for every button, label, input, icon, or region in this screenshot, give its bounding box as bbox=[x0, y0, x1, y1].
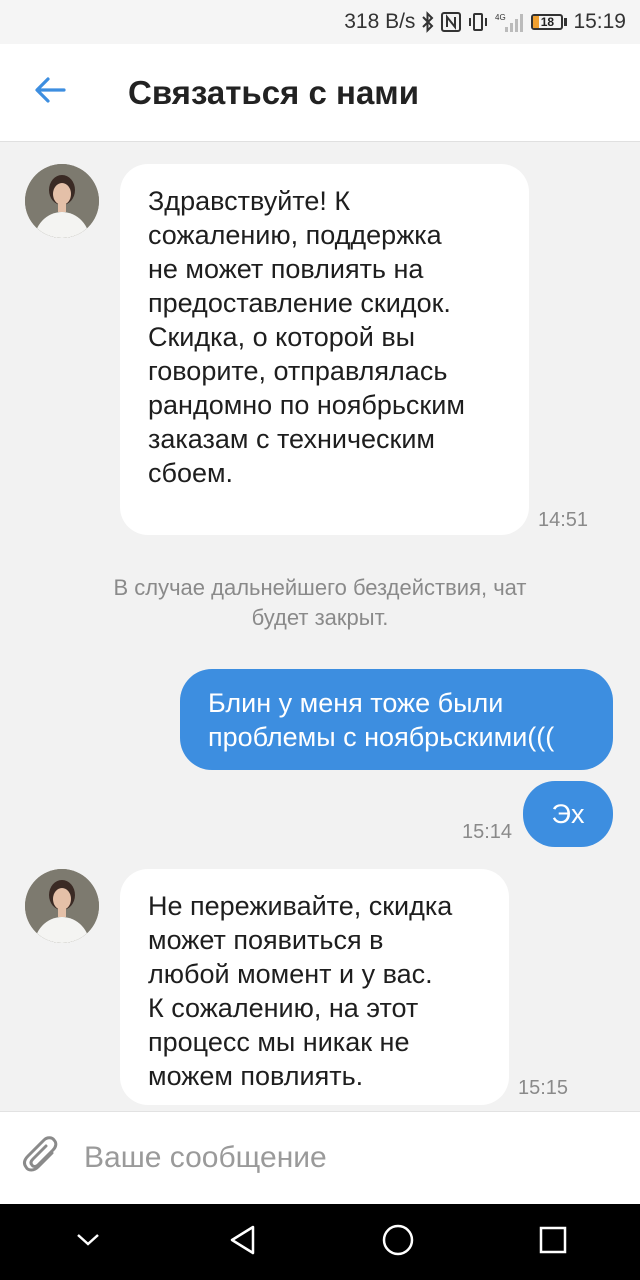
message-composer bbox=[0, 1111, 640, 1204]
bluetooth-icon bbox=[421, 11, 435, 33]
message-time: 15:15 bbox=[518, 1077, 569, 1099]
message-input[interactable] bbox=[84, 1128, 640, 1188]
nav-home-button[interactable] bbox=[358, 1204, 438, 1280]
system-note: В случае дальнейшего бездействия, чат бу… bbox=[113, 575, 527, 630]
support-avatar bbox=[25, 164, 99, 238]
chat-area[interactable]: Здравствуйте! К сожалению, поддержка не … bbox=[0, 143, 640, 1111]
chevron-down-icon bbox=[75, 1232, 101, 1253]
back-button[interactable] bbox=[0, 44, 100, 142]
outgoing-message: Эх bbox=[523, 781, 613, 847]
paperclip-icon bbox=[22, 1135, 62, 1182]
page-title: Связаться с нами bbox=[128, 73, 419, 111]
home-circle-icon bbox=[381, 1223, 415, 1262]
hide-navbar-button[interactable] bbox=[48, 1204, 128, 1280]
svg-text:4G: 4G bbox=[495, 13, 506, 22]
incoming-message: Здравствуйте! К сожалению, поддержка не … bbox=[120, 164, 529, 535]
message-time: 15:14 bbox=[462, 821, 513, 843]
app-bar: Связаться с нами bbox=[0, 44, 640, 142]
arrow-left-icon bbox=[34, 76, 66, 109]
network-speed: 318 B/s bbox=[344, 10, 416, 33]
message-time: 14:51 bbox=[538, 509, 589, 531]
outgoing-message: Блин у меня тоже были проблемы с ноябрьс… bbox=[180, 669, 613, 770]
back-triangle-icon bbox=[228, 1224, 258, 1261]
nav-recents-button[interactable] bbox=[513, 1204, 593, 1280]
battery-level: 18 bbox=[540, 15, 555, 29]
nav-back-button[interactable] bbox=[203, 1204, 283, 1280]
status-bar: 318 B/s 4G 18 15:19 bbox=[0, 0, 640, 44]
incoming-message: Не переживайте, скидка может появиться в… bbox=[120, 869, 509, 1105]
clock: 15:19 bbox=[573, 10, 626, 33]
system-navigation-bar bbox=[0, 1204, 640, 1280]
nfc-icon bbox=[441, 12, 462, 32]
recents-square-icon bbox=[538, 1225, 568, 1260]
battery-icon: 18 bbox=[531, 14, 568, 30]
support-avatar bbox=[25, 869, 99, 943]
attach-button[interactable] bbox=[0, 1112, 84, 1205]
signal-icon: 4G bbox=[495, 11, 525, 33]
vibrate-icon bbox=[467, 11, 489, 33]
